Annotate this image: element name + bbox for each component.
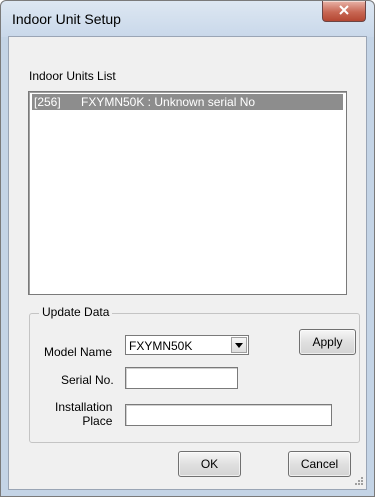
model-name-select[interactable]: FXYMN50K [125, 335, 249, 355]
apply-button[interactable]: Apply [299, 329, 356, 355]
installation-label: Installation Place [55, 400, 112, 428]
close-button[interactable] [322, 1, 366, 22]
update-data-title: Update Data [39, 305, 113, 319]
installation-place-field[interactable] [125, 404, 332, 426]
list-item[interactable]: [256] FXYMN50K : Unknown serial No [32, 94, 343, 110]
model-name-label: Model Name [44, 345, 113, 359]
window-title: Indoor Unit Setup [12, 11, 121, 27]
units-list-label: Indoor Units List [29, 69, 116, 83]
list-item-description: FXYMN50K : Unknown serial No [81, 95, 256, 109]
list-item-id: [256] [34, 95, 61, 109]
installation-label-line2: Place [82, 414, 113, 428]
ok-button[interactable]: OK [178, 451, 241, 477]
chevron-down-icon [235, 343, 243, 348]
dropdown-arrow-button[interactable] [231, 337, 247, 353]
serial-no-field[interactable] [125, 367, 238, 389]
close-icon [339, 5, 349, 15]
resize-grip-icon[interactable] [353, 475, 363, 485]
installation-label-line1: Installation [55, 400, 113, 414]
indoor-units-listbox[interactable]: [256] FXYMN50K : Unknown serial No [28, 91, 347, 295]
cancel-button[interactable]: Cancel [288, 451, 351, 477]
model-name-value: FXYMN50K [129, 339, 193, 353]
serial-no-label: Serial No. [61, 373, 114, 387]
title-bar[interactable]: Indoor Unit Setup [1, 1, 374, 37]
